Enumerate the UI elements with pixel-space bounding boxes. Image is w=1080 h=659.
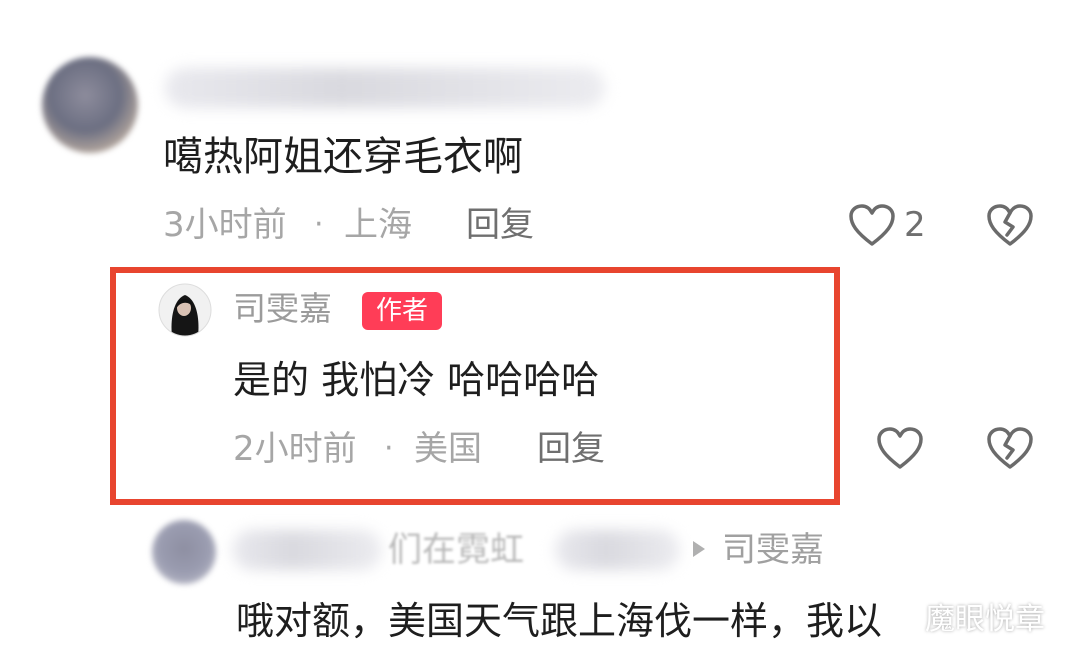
watermark: 魔眼悦章 [925, 602, 1045, 637]
meta-separator: · [314, 207, 324, 242]
blurred-username [232, 530, 382, 570]
comment-text: 哦对额，美国天气跟上海伐一样，我以 [236, 599, 883, 643]
reply-location: 美国 [414, 429, 482, 469]
reply-to-name[interactable]: 司雯嘉 [722, 528, 824, 572]
comment-location: 上海 [344, 205, 412, 245]
broken-heart-icon[interactable] [986, 204, 1034, 248]
triangle-right-icon [693, 541, 705, 557]
blurred-username [165, 68, 605, 108]
comment-thread: 噶热阿姐还穿毛衣啊 3小时前 · 上海 回复 2 司雯嘉 作者 是的 我怕冷 哈… [0, 0, 1080, 659]
like-count: 2 [904, 205, 926, 245]
author-name[interactable]: 司雯嘉 [233, 288, 332, 330]
author-badge: 作者 [362, 292, 442, 330]
comment-time: 3小时前 [163, 205, 287, 245]
comment-text: 噶热阿姐还穿毛衣啊 [163, 134, 523, 180]
reply-time: 2小时前 [233, 429, 357, 469]
meta-separator: · [384, 431, 394, 466]
heart-outline-icon[interactable] [848, 204, 896, 248]
user-avatar[interactable] [152, 520, 216, 584]
username-fragment: 们在霓虹 [388, 530, 524, 570]
broken-heart-icon[interactable] [986, 427, 1034, 471]
blurred-username [555, 530, 680, 570]
heart-outline-icon[interactable] [876, 427, 924, 471]
reply-button[interactable]: 回复 [537, 427, 605, 471]
user-avatar[interactable] [42, 57, 138, 153]
reply-button[interactable]: 回复 [466, 203, 534, 247]
author-avatar[interactable] [158, 283, 212, 337]
reply-text: 是的 我怕冷 哈哈哈哈 [233, 358, 600, 402]
